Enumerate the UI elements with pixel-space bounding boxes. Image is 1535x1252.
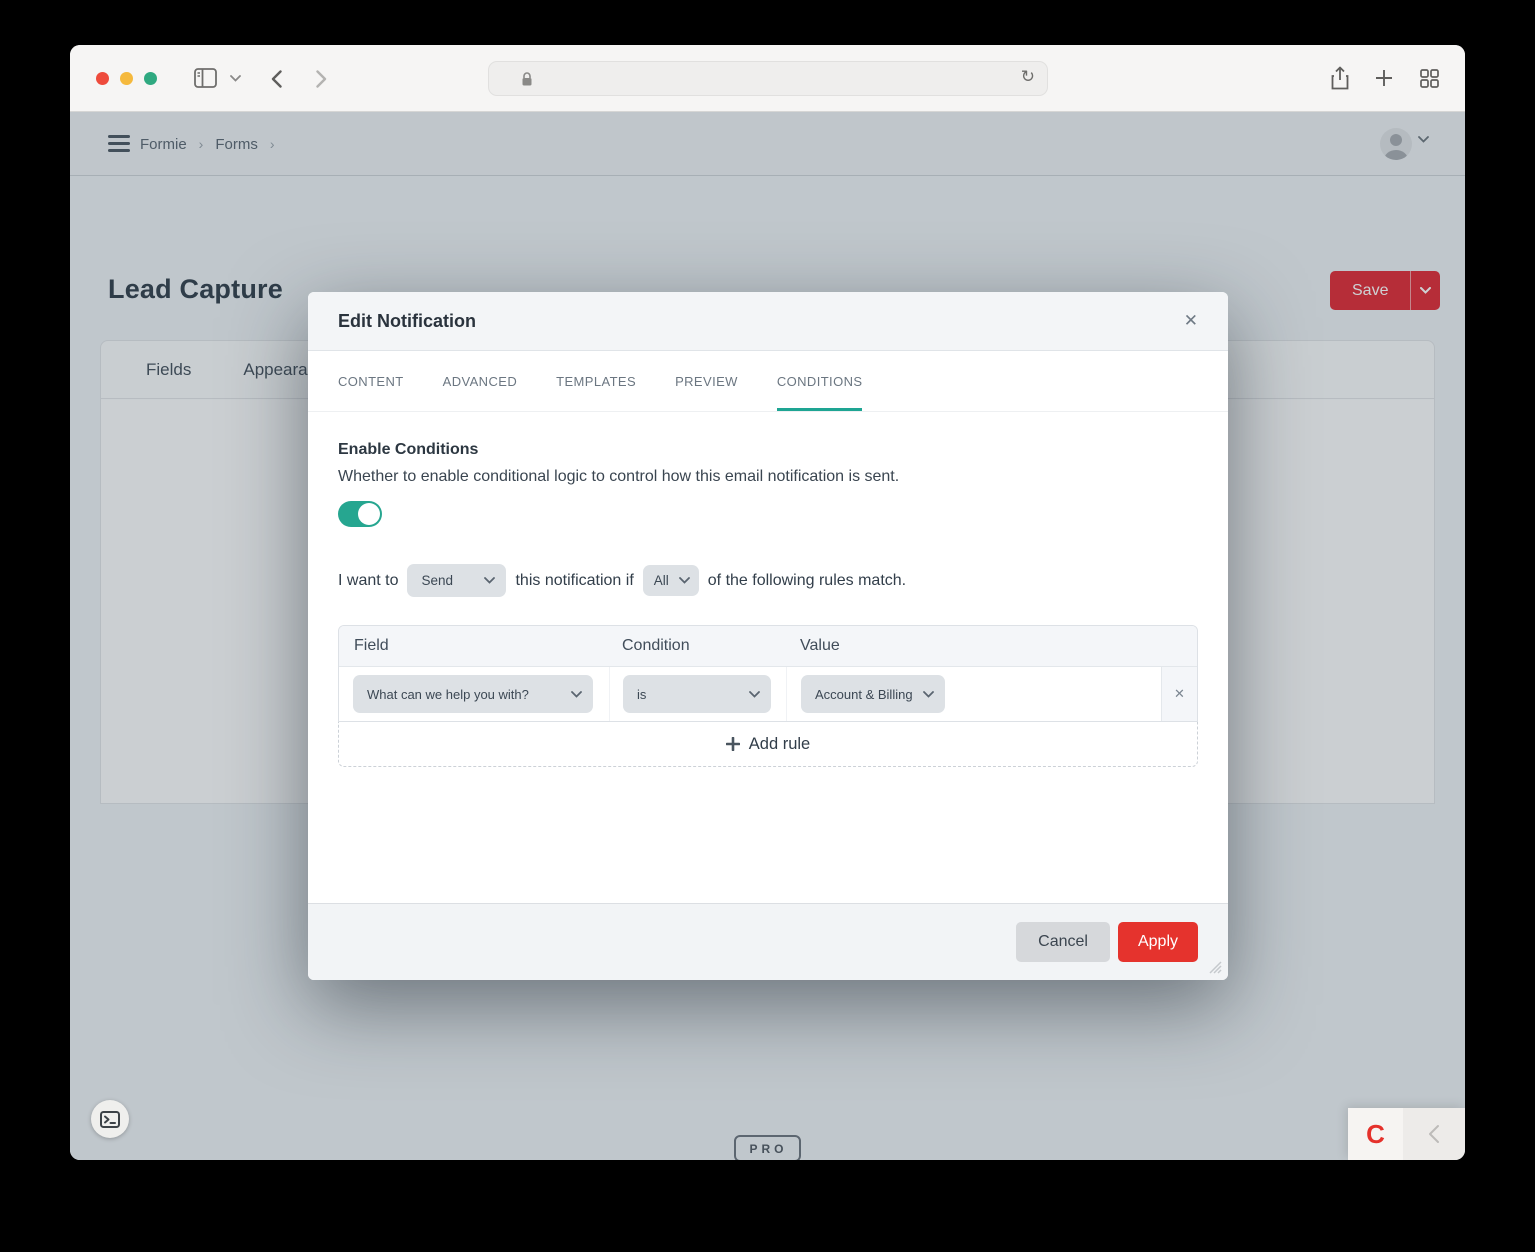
rule-field-select[interactable]: What can we help you with? <box>353 675 593 713</box>
close-window-button[interactable] <box>96 72 109 85</box>
reload-icon[interactable]: ↻ <box>1021 67 1035 87</box>
plus-icon <box>726 737 740 751</box>
enable-conditions-description: Whether to enable conditional logic to c… <box>338 468 1198 486</box>
apply-button[interactable]: Apply <box>1118 922 1198 962</box>
debug-terminal-button[interactable] <box>91 1100 129 1138</box>
tab-preview[interactable]: PREVIEW <box>675 351 738 411</box>
lock-icon <box>521 71 533 87</box>
rule-row: What can we help you with? is Account & … <box>339 667 1197 721</box>
terminal-icon <box>100 1111 120 1128</box>
modal-body: Enable Conditions Whether to enable cond… <box>308 412 1228 903</box>
craft-support-widget: C <box>1348 1108 1465 1160</box>
conditions-sentence: I want to Send this notification if All … <box>338 564 1198 597</box>
sidebar-icon[interactable] <box>194 68 217 88</box>
rules-table: Field Condition Value What can we help y… <box>338 625 1198 722</box>
share-icon[interactable] <box>1331 66 1349 90</box>
browser-toolbar: ↻ <box>70 45 1465 112</box>
chevron-down-icon[interactable] <box>230 75 241 82</box>
chevron-down-icon <box>923 691 934 698</box>
tab-content[interactable]: CONTENT <box>338 351 404 411</box>
resize-handle[interactable] <box>1206 958 1222 974</box>
modal-footer: Cancel Apply <box>308 903 1228 980</box>
tab-conditions[interactable]: CONDITIONS <box>777 351 863 411</box>
rule-value-select[interactable]: Account & Billing <box>801 675 945 713</box>
craft-logo[interactable]: C <box>1348 1108 1403 1160</box>
widget-chevron-left-icon[interactable] <box>1403 1108 1465 1160</box>
chevron-down-icon <box>571 691 582 698</box>
chevron-down-icon <box>679 577 690 584</box>
sentence-prefix: I want to <box>338 572 398 590</box>
back-icon[interactable] <box>271 70 282 88</box>
modal-tab-bar: CONTENT ADVANCED TEMPLATES PREVIEW CONDI… <box>308 351 1228 412</box>
close-icon[interactable]: ✕ <box>1184 311 1198 331</box>
condition-column-header: Condition <box>609 637 786 655</box>
tab-overview-icon[interactable] <box>1420 69 1439 88</box>
address-bar[interactable]: ↻ <box>488 61 1048 96</box>
sentence-suffix: of the following rules match. <box>708 572 906 590</box>
match-type-select[interactable]: All <box>643 565 699 596</box>
value-column-header: Value <box>786 637 1197 655</box>
modal-title: Edit Notification <box>338 311 1184 332</box>
minimize-window-button[interactable] <box>120 72 133 85</box>
field-column-header: Field <box>339 637 609 655</box>
sentence-middle: this notification if <box>515 572 633 590</box>
forward-icon[interactable] <box>316 70 327 88</box>
new-tab-icon[interactable] <box>1375 69 1393 87</box>
chevron-down-icon <box>749 691 760 698</box>
delete-rule-button[interactable]: ✕ <box>1161 667 1197 721</box>
rule-condition-select[interactable]: is <box>623 675 771 713</box>
enable-conditions-toggle[interactable] <box>338 501 382 527</box>
rules-table-header: Field Condition Value <box>339 626 1197 667</box>
tab-advanced[interactable]: ADVANCED <box>443 351 517 411</box>
chevron-down-icon <box>484 577 495 584</box>
cancel-button[interactable]: Cancel <box>1016 922 1110 962</box>
add-rule-button[interactable]: Add rule <box>338 722 1198 767</box>
edit-notification-modal: Edit Notification ✕ CONTENT ADVANCED TEM… <box>308 292 1228 980</box>
tab-templates[interactable]: TEMPLATES <box>556 351 636 411</box>
zoom-window-button[interactable] <box>144 72 157 85</box>
send-select[interactable]: Send <box>407 564 506 597</box>
add-rule-label: Add rule <box>749 735 810 754</box>
enable-conditions-heading: Enable Conditions <box>338 441 1198 459</box>
modal-header: Edit Notification ✕ <box>308 292 1228 351</box>
browser-window: ↻ Formie › Forms › <box>70 45 1465 1160</box>
